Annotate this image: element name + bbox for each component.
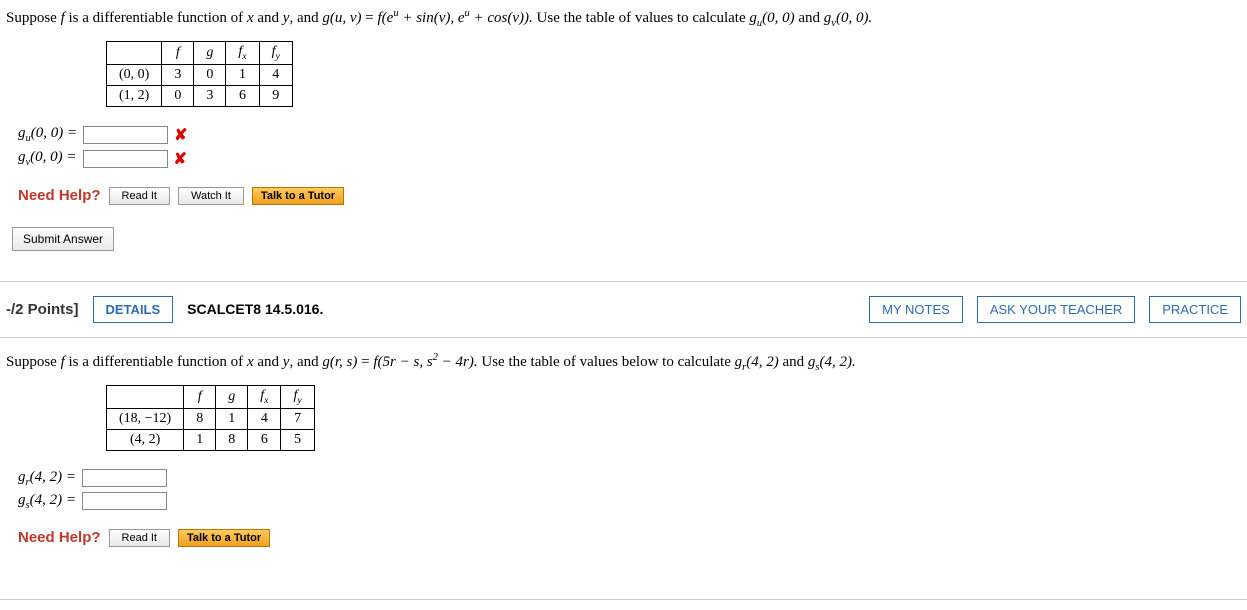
q2-answers: gr(4, 2) = gs(4, 2) =: [18, 469, 1241, 511]
watch-it-button[interactable]: Watch It: [178, 187, 244, 205]
table-row: (18, −12) 8 1 4 7: [107, 408, 315, 429]
q1-answers: gu(0, 0) = ✘ gv(0, 0) = ✘: [18, 125, 1241, 169]
points-label: -/2 Points]: [6, 301, 79, 318]
need-help-label: Need Help?: [18, 187, 101, 204]
question-code: SCALCET8 14.5.016.: [187, 301, 323, 317]
my-notes-button[interactable]: MY NOTES: [869, 296, 963, 323]
ask-teacher-button[interactable]: ASK YOUR TEACHER: [977, 296, 1135, 323]
talk-to-tutor-button[interactable]: Talk to a Tutor: [178, 529, 270, 547]
q2-prompt: Suppose f is a differentiable function o…: [6, 352, 1241, 373]
need-help-row: Need Help? Read It Talk to a Tutor: [18, 529, 1241, 547]
gs-input[interactable]: [82, 492, 167, 510]
talk-to-tutor-button[interactable]: Talk to a Tutor: [252, 187, 344, 205]
need-help-label: Need Help?: [18, 529, 101, 546]
read-it-button[interactable]: Read It: [109, 187, 170, 205]
submit-answer-button[interactable]: Submit Answer: [12, 227, 114, 251]
practice-button[interactable]: PRACTICE: [1149, 296, 1241, 323]
q1-prompt: Suppose f is a differentiable function o…: [6, 8, 1241, 29]
question-header: -/2 Points] DETAILS SCALCET8 14.5.016. M…: [0, 282, 1247, 338]
table-row: (0, 0) 3 0 1 4: [107, 64, 293, 85]
table-row: (1, 2) 0 3 6 9: [107, 85, 293, 106]
gv-input[interactable]: [83, 150, 168, 168]
q1-table: f g fx fy (0, 0) 3 0 1 4 (1, 2) 0 3 6 9: [106, 41, 293, 107]
table-row: f g fx fy: [107, 42, 293, 65]
gu-input[interactable]: [83, 126, 168, 144]
table-row: (4, 2) 1 8 6 5: [107, 429, 315, 450]
question-2: Suppose f is a differentiable function o…: [0, 338, 1247, 577]
table-row: f g fx fy: [107, 385, 315, 408]
need-help-row: Need Help? Read It Watch It Talk to a Tu…: [18, 187, 1241, 205]
wrong-icon: ✘: [174, 149, 187, 169]
wrong-icon: ✘: [174, 125, 187, 145]
details-button[interactable]: DETAILS: [93, 296, 174, 323]
question-1: Suppose f is a differentiable function o…: [0, 0, 1247, 259]
read-it-button[interactable]: Read It: [109, 529, 170, 547]
divider: [0, 599, 1247, 600]
gr-input[interactable]: [82, 469, 167, 487]
q2-table: f g fx fy (18, −12) 8 1 4 7 (4, 2) 1 8 6…: [106, 385, 315, 451]
